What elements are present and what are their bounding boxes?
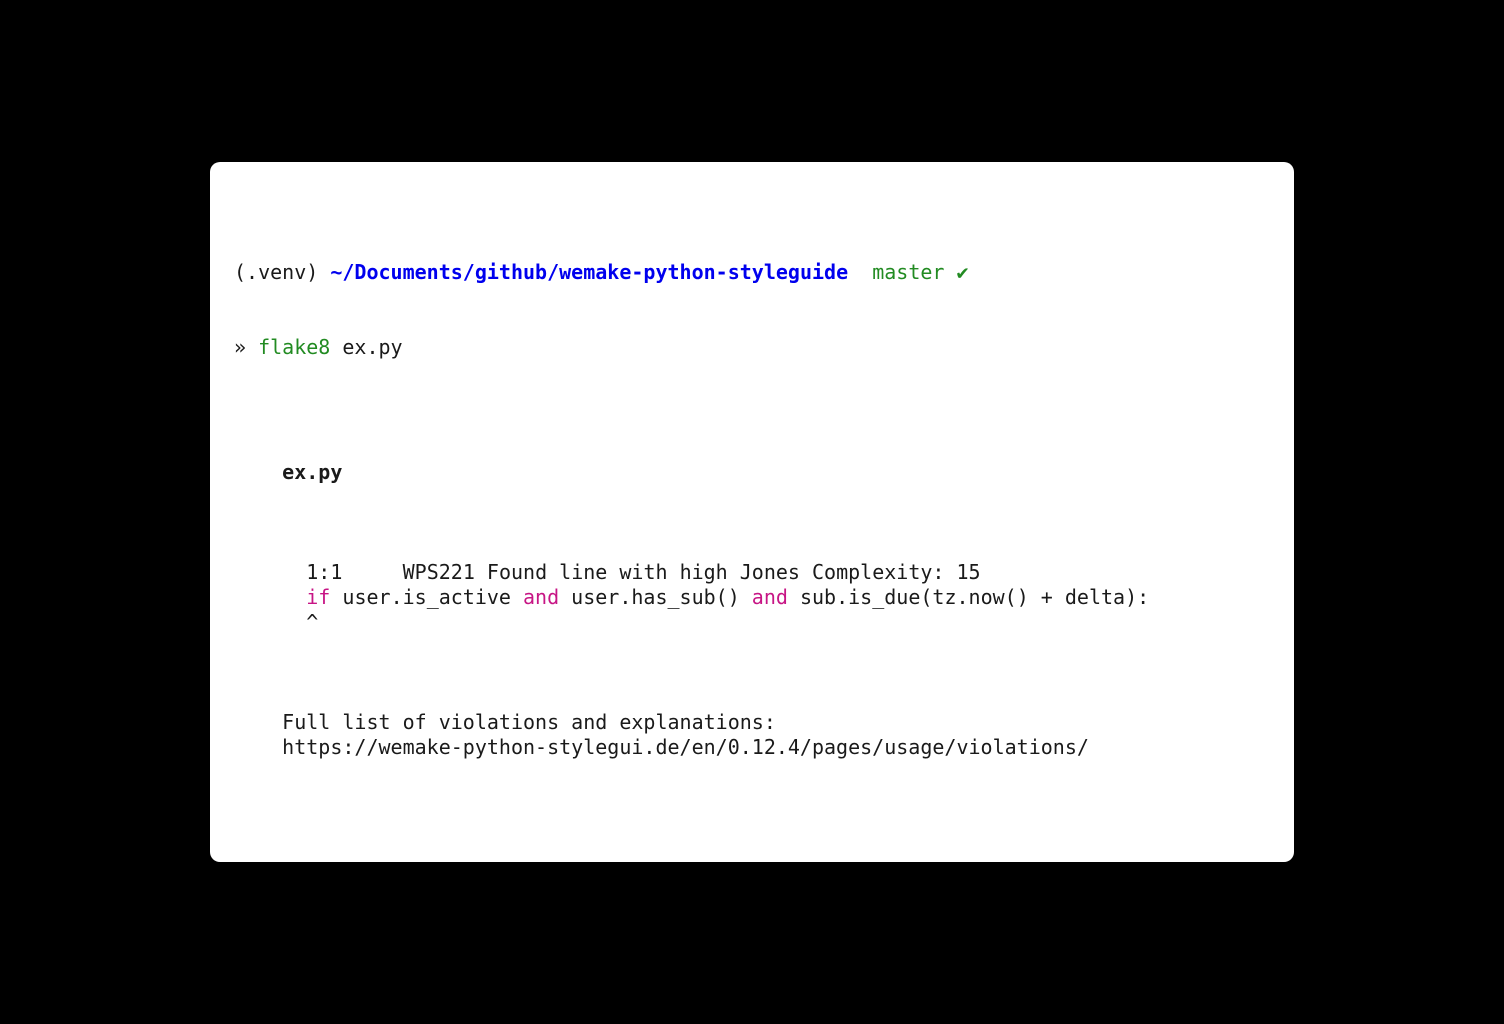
venv-indicator: (.venv)	[234, 260, 318, 284]
git-status-dirty-icon: ✘	[957, 860, 969, 862]
warning-icon	[1132, 860, 1270, 862]
keyword-if: if	[306, 585, 330, 609]
keyword-and: and	[752, 585, 788, 609]
venv-indicator: (.venv)	[234, 860, 318, 862]
prompt-line-1: (.venv) ~/Documents/github/wemake-python…	[234, 260, 1270, 285]
terminal-window[interactable]: (.venv) ~/Documents/github/wemake-python…	[210, 162, 1294, 862]
caret-marker: ^	[306, 610, 318, 634]
terminal-content: (.venv) ~/Documents/github/wemake-python…	[234, 210, 1270, 862]
blank-line	[234, 785, 1270, 810]
command-name: flake8	[258, 335, 330, 359]
output-filename: ex.py	[282, 460, 342, 484]
caret-line: ^	[282, 610, 318, 634]
footer-text-1: Full list of violations and explanations…	[282, 710, 776, 734]
command-line: » flake8 ex.py	[234, 335, 1270, 360]
exit-code: 1	[1114, 860, 1126, 862]
code-segment: sub.is_due(tz.now() + delta):	[788, 585, 1149, 609]
code-segment: user.has_sub()	[559, 585, 752, 609]
working-directory: ~/Documents/github/wemake-python-stylegu…	[330, 860, 848, 862]
blank-line	[234, 410, 1270, 435]
violation-line: 1:1 WPS221 Found line with high Jones Co…	[282, 560, 980, 584]
git-status-clean-icon: ✔	[957, 260, 969, 284]
source-code-line: if user.is_active and user.has_sub() and…	[282, 585, 1149, 609]
violation-code: WPS221	[403, 560, 475, 584]
prompt-line-with-status: (.venv) ~/Documents/github/wemake-python…	[234, 860, 1270, 862]
violation-location: 1:1	[306, 560, 342, 584]
footer-url: https://wemake-python-stylegui.de/en/0.1…	[282, 735, 1089, 759]
keyword-and: and	[523, 585, 559, 609]
git-branch: master	[872, 860, 944, 862]
violation-message: Found line with high Jones Complexity: 1…	[487, 560, 981, 584]
working-directory: ~/Documents/github/wemake-python-stylegu…	[330, 260, 848, 284]
blank-line	[234, 660, 1270, 685]
command-argument: ex.py	[342, 335, 402, 359]
prompt-symbol: »	[234, 335, 246, 359]
exit-status: 1	[1114, 860, 1270, 862]
blank-line	[234, 510, 1270, 535]
prompt-left: (.venv) ~/Documents/github/wemake-python…	[234, 860, 969, 862]
git-branch: master	[872, 260, 944, 284]
code-segment: user.is_active	[330, 585, 523, 609]
